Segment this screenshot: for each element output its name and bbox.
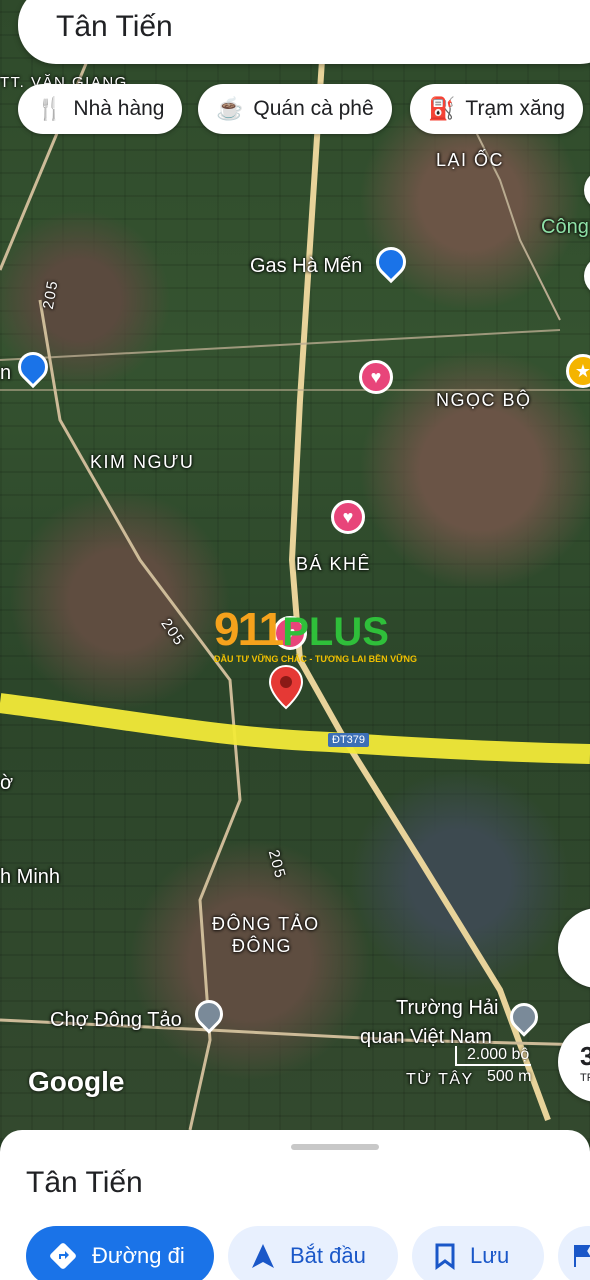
map-overlay (0, 29, 590, 1131)
favorite-heart-icon[interactable]: ♥ (359, 360, 393, 394)
sheet-drag-handle[interactable] (291, 1144, 379, 1150)
directions-icon (50, 1243, 76, 1269)
start-button[interactable]: Bắt đầu (228, 1226, 398, 1280)
save-button[interactable]: Lưu (412, 1226, 544, 1280)
directions-button[interactable]: Đường đi (26, 1226, 214, 1280)
map-label: BÁ KHÊ (296, 554, 372, 574)
bottom-sheet[interactable]: Tân Tiến Đường đi Bắt đầu Lưu (0, 1130, 590, 1280)
scale-bottom: 500 m (487, 1068, 532, 1085)
side-label: TR (580, 1071, 590, 1084)
map-scale: 2.000 bộ 500 m (455, 1046, 532, 1086)
gas-station-icon: ⛽ (428, 96, 456, 121)
chip-label: Quán cà phê (253, 97, 374, 120)
coffee-icon: ☕ (216, 96, 244, 121)
flag-icon (574, 1245, 590, 1267)
map-label: LẠI ỐC (436, 150, 505, 170)
map-label: ĐÔNG TẢO (212, 914, 320, 934)
selected-location-pin-icon[interactable] (268, 664, 304, 710)
scale-top: 2.000 bộ (455, 1046, 532, 1066)
map-label: KIM NGƯU (90, 452, 195, 472)
google-logo: Google (28, 1066, 125, 1097)
button-label: Bắt đầu (290, 1243, 366, 1268)
button-label: Lưu (470, 1243, 510, 1268)
bookmark-icon (435, 1243, 455, 1270)
button-label: Đường đi (92, 1243, 185, 1268)
map-label: ờ (0, 772, 14, 794)
chip-gas-station[interactable]: ⛽ Trạm xăng (410, 84, 583, 134)
favorite-heart-icon[interactable]: ♥ (331, 500, 365, 534)
map-label: Công (541, 216, 589, 238)
map-label: n (0, 362, 12, 384)
watermark-text: PLUS (282, 610, 389, 654)
more-button[interactable] (558, 1226, 590, 1280)
map-label: Gas Hà Mến (250, 255, 363, 277)
map-label: Chợ Đông Tảo (50, 1009, 182, 1031)
chip-coffee[interactable]: ☕ Quán cà phê (198, 84, 392, 134)
map-label: ĐÔNG (232, 936, 292, 956)
road-shield: ĐT379 (328, 733, 370, 747)
place-title: Tân Tiến (26, 1166, 143, 1199)
chip-label: Nhà hàng (73, 97, 165, 120)
chip-restaurants[interactable]: 🍴 Nhà hàng (18, 84, 183, 134)
map-label: Trường Hải (396, 997, 499, 1019)
map-label: h Minh (0, 866, 61, 888)
chip-label: Trạm xăng (465, 97, 565, 120)
watermark-logo: 911 PLUS ĐẦU TƯ VỮNG CHẮC - TƯƠNG LAI BỀ… (214, 606, 417, 664)
navigation-arrow-icon (252, 1244, 274, 1268)
watermark-tagline: ĐẦU TƯ VỮNG CHẮC - TƯƠNG LAI BỀN VỮNG (214, 654, 418, 664)
satellite-map[interactable]: TT. VĂN GIANG LẠI ỐC Công Gas Hà Mến n ♥… (0, 0, 590, 1140)
watermark-number: 911 (214, 603, 284, 655)
search-bar[interactable]: Tân Tiến (18, 0, 590, 64)
map-label: NGỌC BỘ (436, 390, 532, 410)
search-query: Tân Tiến (56, 10, 173, 43)
side-number: 3 (580, 1040, 590, 1071)
restaurant-icon: 🍴 (36, 96, 64, 121)
